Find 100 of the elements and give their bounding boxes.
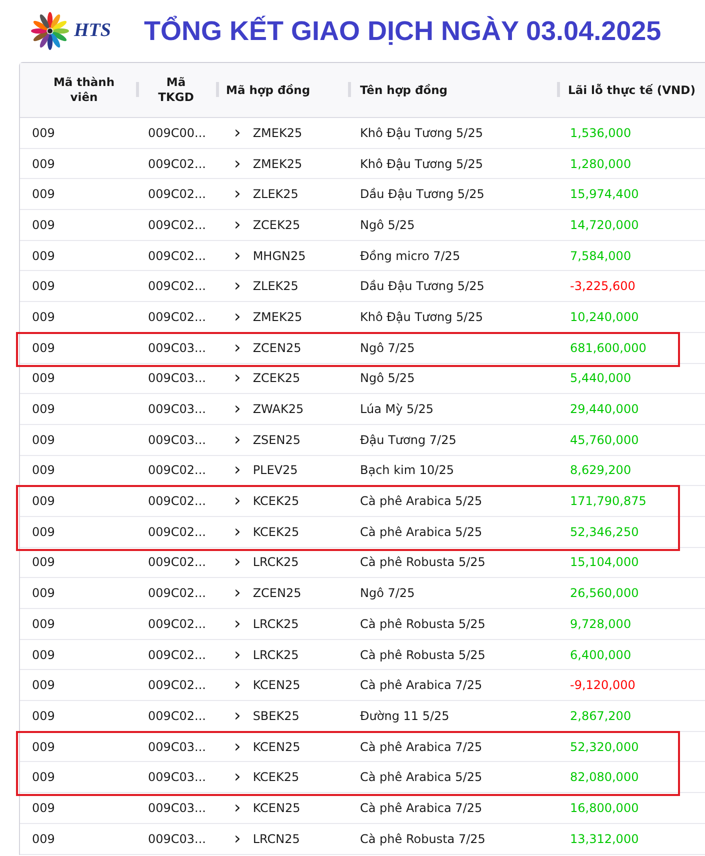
contract-name-cell: Ngô 5/25 [360,218,415,232]
account-code-cell: 009C02... [148,279,206,294]
expand-chevron[interactable]: › [234,310,241,323]
contract-name-cell: Cà phê Robusta 7/25 [360,832,486,846]
profit-loss-cell: 1,280,000 [570,156,632,171]
member-code-cell: 009 [32,156,55,171]
contract-code-cell: ZSEN25 [252,432,300,447]
contract-code-cell: ZMEK25 [252,156,302,171]
logo-text: HTS [74,20,111,42]
expand-chevron[interactable]: › [234,832,241,845]
expand-chevron[interactable]: › [234,403,241,416]
profit-loss-cell: 681,600,000 [570,340,646,355]
profit-loss-cell: 14,720,000 [570,218,639,232]
contract-name-cell: Cà phê Arabica 7/25 [360,740,482,754]
expand-chevron[interactable]: › [234,434,241,446]
member-code-cell: 009 [32,279,55,294]
profit-loss-cell: 2,867,200 [570,708,632,723]
expand-chevron[interactable]: › [234,342,241,354]
profit-loss-cell: 171,790,875 [570,494,646,508]
profit-loss-cell: 15,104,000 [570,555,639,570]
account-code-cell: 009C02... [148,616,206,631]
profit-loss-cell: 52,320,000 [570,740,639,754]
member-code-cell: 009 [32,402,55,416]
contract-name-cell: Ngô 7/25 [360,586,415,600]
account-code-cell: 009C03... [148,832,206,846]
contract-name-cell: Dầu Đậu Tương 5/25 [360,279,484,294]
account-code-cell: 009C03... [148,340,206,355]
member-code-cell: 009 [32,678,55,692]
expand-chevron[interactable]: › [234,372,241,384]
expand-chevron[interactable]: › [234,280,241,292]
expand-chevron[interactable]: › [234,710,241,722]
contract-name-cell: Cà phê Arabica 5/25 [360,770,482,784]
column-header: Lãi lỗ thực tế (VND) [568,82,696,98]
contract-name-cell: Ngô 5/25 [360,371,415,386]
member-code-cell: 009 [32,248,55,263]
expand-chevron[interactable]: › [234,464,241,476]
account-code-cell: 009C02... [148,586,206,600]
contract-code-cell: ZLEK25 [252,279,298,294]
contract-name-cell: Đường 11 5/25 [360,708,450,723]
member-code-cell: 009 [32,708,55,723]
member-code-cell: 009 [32,187,55,202]
account-code-cell: 009C03... [148,800,206,815]
account-code-cell: 009C00... [148,126,206,140]
profit-loss-cell: 5,440,000 [570,371,632,386]
contract-name-cell: Khô Đậu Tương 5/25 [360,126,483,140]
member-code-cell: 009 [32,586,55,600]
profit-loss-cell: 15,974,400 [570,187,639,202]
expand-chevron[interactable]: › [234,587,241,600]
expand-chevron[interactable]: › [234,188,241,200]
account-code-cell: 009C02... [148,524,206,539]
contract-name-cell: Bạch kim 10/25 [360,463,454,478]
expand-chevron[interactable]: › [234,526,241,538]
contract-code-cell: SBEK25 [252,708,300,723]
member-code-cell: 009 [32,555,55,570]
contract-name-cell: Lúa Mỳ 5/25 [360,402,434,416]
expand-chevron[interactable]: › [234,648,241,661]
profit-loss-cell: 26,560,000 [570,586,639,600]
contract-code-cell: KCEK25 [252,494,300,508]
expand-chevron[interactable]: › [234,218,241,231]
contract-code-cell: KCEK25 [252,524,300,539]
expand-chevron[interactable]: › [234,495,241,508]
contract-code-cell: LRCK25 [252,648,299,662]
contract-code-cell: KCEN25 [252,678,300,692]
account-code-cell: 009C03... [148,740,206,754]
member-code-cell: 009 [32,800,55,815]
column-header: Tên hợp đồng [360,82,448,98]
profit-loss-cell: 29,440,000 [570,402,639,416]
expand-chevron[interactable]: › [234,126,241,139]
expand-chevron[interactable]: › [234,802,241,814]
contract-code-cell: ZMEK25 [252,310,302,324]
account-code-cell: 009C02... [148,555,206,570]
expand-chevron[interactable]: › [234,618,241,630]
account-code-cell: 009C03... [148,432,206,447]
contract-name-cell: Cà phê Arabica 5/25 [360,524,482,539]
profit-loss-cell: 52,346,250 [570,524,639,539]
contract-code-cell: ZWAK25 [252,402,304,416]
contract-name-cell: Cà phê Robusta 5/25 [360,616,486,631]
member-code-cell: 009 [32,832,55,846]
profit-loss-cell: 1,536,000 [570,126,632,140]
expand-chevron[interactable]: › [234,771,241,784]
profit-loss-cell: 6,400,000 [570,648,632,662]
account-code-cell: 009C02... [148,648,206,662]
contract-code-cell: LRCK25 [252,555,299,570]
expand-chevron[interactable]: › [234,158,241,170]
expand-chevron[interactable]: › [234,250,241,262]
member-code-cell: 009 [32,126,55,140]
expand-chevron[interactable]: › [234,679,241,692]
account-code-cell: 009C02... [148,187,206,202]
member-code-cell: 009 [32,463,55,478]
profit-loss-cell: 82,080,000 [570,770,639,784]
profit-loss-cell: 13,312,000 [570,832,639,846]
expand-chevron[interactable]: › [234,556,241,568]
account-code-cell: 009C02... [148,678,206,692]
member-code-cell: 009 [32,740,55,754]
contract-code-cell: MHGN25 [252,248,306,263]
account-code-cell: 009C02... [148,248,206,263]
expand-chevron[interactable]: › [234,740,241,753]
account-code-cell: 009C02... [148,156,206,171]
account-code-cell: 009C02... [148,310,206,324]
contract-name-cell: Khô Đậu Tương 5/25 [360,310,483,324]
